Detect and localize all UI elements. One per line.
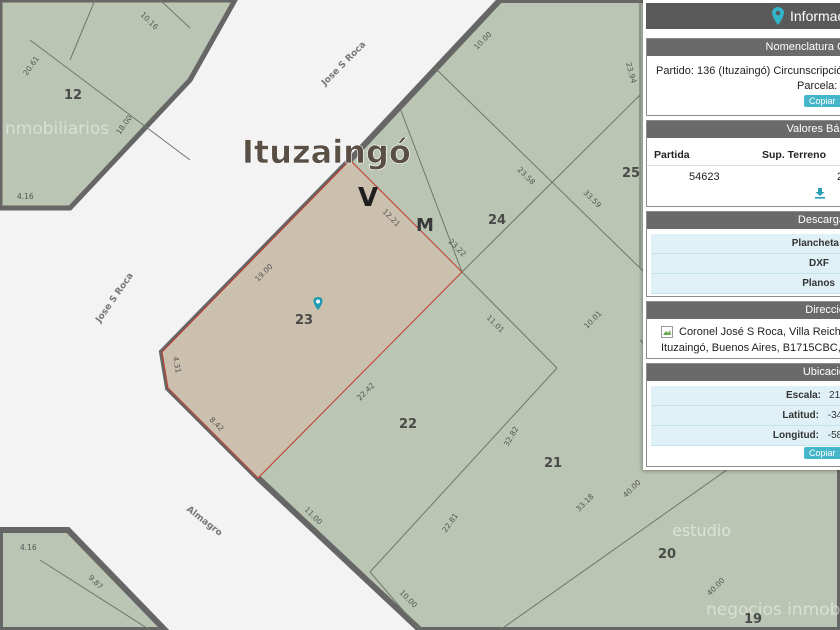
section-header-label: Nomenclatura C [765, 41, 840, 53]
nomenclatura-line-2: Parcela: 2 [797, 80, 840, 92]
map-marker-icon [772, 7, 784, 25]
parcel-number: 20 [658, 547, 676, 562]
watermark-bottom-small: estudio [672, 521, 731, 540]
section-header-label: Direcció [805, 304, 840, 316]
address-line-1: Coronel José S Roca, Villa Reiche [679, 326, 840, 338]
watermark-bottom: negocios inmob [706, 600, 840, 620]
parcel-number: 23 [295, 313, 313, 328]
section-header: Ubicació [647, 364, 840, 381]
dimension-label: 4.16 [17, 192, 34, 201]
longitud-label: Longitud: [772, 430, 819, 441]
copy-ubicacion-button[interactable]: Copiar [804, 447, 840, 459]
section-header: Nomenclatura C [647, 39, 840, 56]
column-header-partida: Partida [654, 149, 690, 161]
copy-nomenclatura-button[interactable]: Copiar [804, 95, 840, 107]
ubicacion-list: Escala: 211 Latitud: -34. Longitud: -58. [651, 386, 840, 446]
parcel-number: 22 [399, 417, 417, 432]
section-label: M [416, 215, 434, 236]
panel-title: Informac [790, 8, 840, 24]
column-header-sup-terreno: Sup. Terreno [762, 149, 826, 161]
panel-title-bar: Informac [646, 3, 840, 29]
parcel-number: 21 [544, 456, 562, 471]
parcel-number: 19 [744, 612, 762, 627]
longitud-value: -58. [827, 430, 840, 441]
parcel-number: 12 [64, 88, 82, 103]
divider [647, 165, 840, 166]
escala-value: 211 [829, 390, 840, 401]
latitud-label: Latitud: [782, 410, 819, 421]
partida-value: 54623 [689, 171, 720, 183]
section-header: Descarga [647, 212, 840, 229]
section-header: Direcció [647, 302, 840, 319]
info-panel: Informac Nomenclatura C Partido: 136 (It… [643, 0, 840, 470]
section-header-label: Descarga [797, 214, 840, 226]
address-line-2: Ituzaingó, Buenos Aires, B1715CBC, [661, 342, 840, 354]
section-header-label: Ubicació [802, 366, 840, 378]
download-icon[interactable] [814, 187, 826, 199]
city-label: Ituzaingó [242, 133, 411, 171]
nomenclatura-line-1: Partido: 136 (Ituzaingó) Circunscripció [656, 65, 840, 77]
escala-label: Escala: [785, 390, 821, 401]
download-plancheta-link[interactable]: Plancheta [651, 234, 840, 254]
download-planos-link[interactable]: Planos [651, 274, 840, 294]
parcel-number: 24 [488, 213, 506, 228]
latitud-row: Latitud: -34. [651, 406, 840, 426]
dimension-label: 4.16 [20, 543, 37, 552]
section-valores: Valores Bás Partida Sup. Terreno 54623 2 [646, 120, 840, 207]
broken-image-icon [661, 326, 673, 338]
circunscripcion-label: V [358, 183, 378, 213]
escala-row: Escala: 211 [651, 386, 840, 406]
parcel-number: 25 [622, 166, 640, 181]
longitud-row: Longitud: -58. [651, 426, 840, 446]
download-dxf-link[interactable]: DXF [651, 254, 840, 274]
section-descargas: Descarga Plancheta DXF Planos [646, 211, 840, 297]
latitud-value: -34. [827, 410, 840, 421]
section-ubicacion: Ubicació Escala: 211 Latitud: -34. Longi… [646, 363, 840, 467]
watermark-top: nmobiliarios [5, 119, 109, 139]
descargas-list: Plancheta DXF Planos [651, 234, 840, 294]
section-nomenclatura: Nomenclatura C Partido: 136 (Ituzaingó) … [646, 38, 840, 116]
section-header-label: Valores Bás [786, 123, 840, 135]
section-direccion: Direcció Coronel José S Roca, Villa Reic… [646, 301, 840, 359]
section-header: Valores Bás [647, 121, 840, 138]
